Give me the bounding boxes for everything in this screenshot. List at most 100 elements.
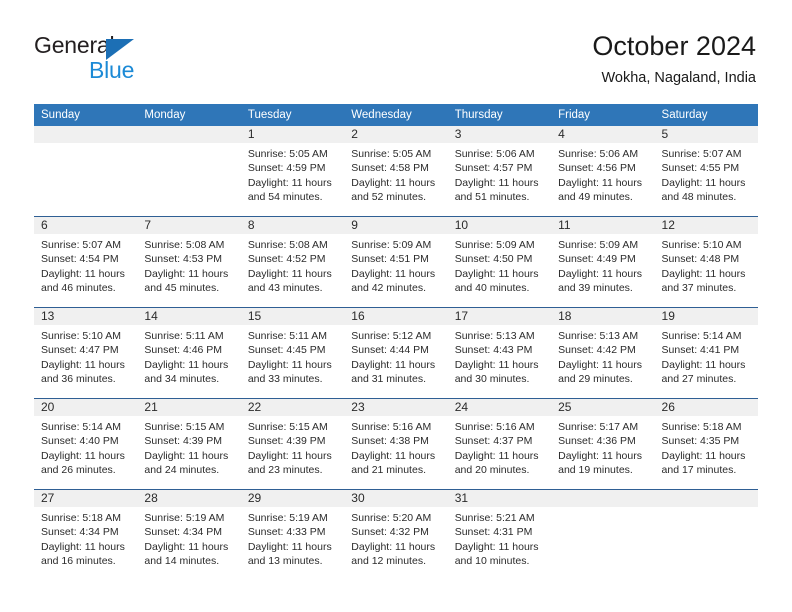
calendar-day-cell[interactable]: 22 Sunrise: 5:15 AM Sunset: 4:39 PM Dayligh…: [240, 398, 345, 490]
weekday-header: Sunday Monday Tuesday Wednesday Thursday Frid…: [34, 104, 758, 126]
day-details: Sunrise: 5:09 AM Sunset: 4:49 PM Daylight:…: [551, 234, 654, 296]
calendar-day-cell[interactable]: 10 Sunrise: 5:09 AM Sunset: 4:50 PM Dayligh…: [447, 216, 552, 308]
calendar-day-cell[interactable]: 25 Sunrise: 5:17 AM Sunset: 4:36 PM Dayligh…: [551, 398, 655, 490]
calendar-day-cell[interactable]: 3 Sunrise: 5:06 AM Sunset: 4:57 PM Daylight…: [447, 126, 552, 217]
sunset-text: Sunset: 4:50 PM: [454, 253, 533, 266]
calendar-day-cell[interactable]: 24 Sunrise: 5:16 AM Sunset: 4:37 PM Dayligh…: [447, 398, 552, 490]
calendar-day-cell[interactable]: 17 Sunrise: 5:13 AM Sunset: 4:43 PM Dayligh…: [447, 307, 552, 399]
sunset-text: Sunset: 4:57 PM: [454, 162, 533, 175]
calendar-day-cell[interactable]: 5 Sunrise: 5:07 AM Sunset: 4:55 PM Daylight…: [654, 126, 758, 217]
calendar-day-cell[interactable]: 26 Sunrise: 5:18 AM Sunset: 4:35 PM Dayligh…: [654, 398, 758, 490]
daylight-text-line1: Daylight: 11 hours: [558, 358, 642, 371]
calendar-day-cell[interactable]: 19 Sunrise: 5:14 AM Sunset: 4:41 PM Dayligh…: [654, 307, 758, 399]
day-details: Sunrise: 5:17 AM Sunset: 4:36 PM Daylight:…: [551, 416, 654, 478]
day-details: Sunrise: 5:16 AM Sunset: 4:38 PM Daylight:…: [344, 416, 447, 478]
day-number: 14: [137, 308, 241, 325]
daylight-text-line1: Daylight: 11 hours: [661, 449, 746, 462]
calendar-day-cell[interactable]: 1 Sunrise: 5:05 AM Sunset: 4:59 PM Daylight…: [240, 126, 345, 217]
day-number: 20: [34, 399, 138, 416]
calendar-day-cell[interactable]: 16 Sunrise: 5:12 AM Sunset: 4:44 PM Dayligh…: [344, 307, 448, 399]
daylight-text-line2: and 26 minutes.: [41, 464, 116, 477]
day-details: Sunrise: 5:11 AM Sunset: 4:45 PM Daylight:…: [241, 325, 344, 387]
day-number: 24: [447, 399, 552, 416]
daylight-text-line1: Daylight: 11 hours: [247, 176, 332, 189]
sunrise-text: Sunrise: 5:05 AM: [247, 148, 328, 160]
daylight-text-line1: Daylight: 11 hours: [41, 358, 125, 371]
daylight-text-line1: Daylight: 11 hours: [247, 267, 332, 280]
day-number: 11: [551, 217, 655, 234]
calendar-day-cell[interactable]: 30 Sunrise: 5:20 AM Sunset: 4:32 PM Dayligh…: [344, 489, 448, 580]
calendar-day-cell[interactable]: 20 Sunrise: 5:14 AM Sunset: 4:40 PM Dayligh…: [34, 398, 138, 490]
weekday-header-sunday: Sunday: [34, 104, 138, 126]
daylight-text-line2: and 10 minutes.: [454, 555, 530, 568]
day-number: 9: [344, 217, 448, 234]
sunrise-text: Sunrise: 5:11 AM: [247, 330, 328, 342]
day-details: Sunrise: 5:19 AM Sunset: 4:33 PM Daylight:…: [241, 507, 344, 569]
daylight-text-line1: Daylight: 11 hours: [351, 449, 436, 462]
day-details: Sunrise: 5:20 AM Sunset: 4:32 PM Daylight:…: [344, 507, 447, 569]
sunrise-text: Sunrise: 5:10 AM: [41, 330, 121, 342]
day-details: Sunrise: 5:15 AM Sunset: 4:39 PM Daylight:…: [137, 416, 240, 478]
day-number: 4: [551, 126, 655, 143]
sunset-text: Sunset: 4:33 PM: [247, 526, 326, 539]
calendar-day-cell[interactable]: 31 Sunrise: 5:21 AM Sunset: 4:31 PM Dayligh…: [447, 489, 552, 580]
sunset-text: Sunset: 4:42 PM: [558, 344, 636, 357]
calendar-day-cell[interactable]: 18 Sunrise: 5:13 AM Sunset: 4:42 PM Dayligh…: [551, 307, 655, 399]
day-details: Sunrise: 5:19 AM Sunset: 4:34 PM Daylight:…: [137, 507, 240, 569]
daylight-text-line2: and 52 minutes.: [351, 191, 426, 204]
daylight-text-line1: Daylight: 11 hours: [661, 176, 746, 189]
day-details: Sunrise: 5:09 AM Sunset: 4:51 PM Daylight:…: [344, 234, 447, 296]
day-number: 12: [654, 217, 758, 234]
sunrise-text: Sunrise: 5:09 AM: [351, 239, 432, 251]
calendar-day-cell[interactable]: 13 Sunrise: 5:10 AM Sunset: 4:47 PM Dayligh…: [34, 307, 138, 399]
calendar-day-cell[interactable]: 7 Sunrise: 5:08 AM Sunset: 4:53 PM Daylight…: [137, 216, 241, 308]
day-details: Sunrise: 5:12 AM Sunset: 4:44 PM Daylight:…: [344, 325, 447, 387]
sunset-text: Sunset: 4:31 PM: [454, 526, 533, 539]
day-details: Sunrise: 5:06 AM Sunset: 4:57 PM Daylight:…: [448, 143, 551, 205]
day-details: Sunrise: 5:08 AM Sunset: 4:52 PM Daylight:…: [241, 234, 344, 296]
sunset-text: Sunset: 4:51 PM: [351, 253, 429, 266]
day-number: 8: [240, 217, 345, 234]
daylight-text-line2: and 49 minutes.: [558, 191, 633, 204]
daylight-text-line2: and 16 minutes.: [41, 555, 116, 568]
daylight-text-line1: Daylight: 11 hours: [41, 540, 125, 553]
calendar-day-cell[interactable]: 14 Sunrise: 5:11 AM Sunset: 4:46 PM Dayligh…: [137, 307, 241, 399]
calendar-week-row: 27 Sunrise: 5:18 AM Sunset: 4:34 PM Dayligh…: [34, 489, 758, 580]
calendar-day-cell[interactable]: 15 Sunrise: 5:11 AM Sunset: 4:45 PM Dayligh…: [240, 307, 345, 399]
calendar-day-cell[interactable]: 12 Sunrise: 5:10 AM Sunset: 4:48 PM Dayligh…: [654, 216, 758, 308]
general-blue-logo[interactable]: General Blue: [34, 32, 234, 88]
calendar-day-cell[interactable]: 2 Sunrise: 5:05 AM Sunset: 4:58 PM Daylight…: [344, 126, 448, 217]
calendar-day-cell[interactable]: 27 Sunrise: 5:18 AM Sunset: 4:34 PM Dayligh…: [34, 489, 138, 580]
calendar-day-cell[interactable]: 4 Sunrise: 5:06 AM Sunset: 4:56 PM Daylight…: [551, 126, 655, 217]
sunset-text: Sunset: 4:44 PM: [351, 344, 429, 357]
daylight-text-line2: and 27 minutes.: [661, 373, 737, 386]
calendar-day-cell-empty: [137, 126, 241, 217]
sunrise-text: Sunrise: 5:21 AM: [454, 512, 535, 524]
calendar-day-cell[interactable]: 23 Sunrise: 5:16 AM Sunset: 4:38 PM Dayligh…: [344, 398, 448, 490]
daylight-text-line1: Daylight: 11 hours: [247, 540, 332, 553]
calendar-day-cell[interactable]: 29 Sunrise: 5:19 AM Sunset: 4:33 PM Dayligh…: [240, 489, 345, 580]
calendar-day-cell[interactable]: 6 Sunrise: 5:07 AM Sunset: 4:54 PM Daylight…: [34, 216, 138, 308]
sunrise-text: Sunrise: 5:16 AM: [351, 421, 432, 433]
sunset-text: Sunset: 4:46 PM: [144, 344, 223, 357]
daylight-text-line1: Daylight: 11 hours: [144, 540, 229, 553]
day-number: 29: [240, 490, 345, 507]
daylight-text-line1: Daylight: 11 hours: [454, 540, 539, 553]
day-number: 27: [34, 490, 138, 507]
calendar-day-cell[interactable]: 9 Sunrise: 5:09 AM Sunset: 4:51 PM Daylight…: [344, 216, 448, 308]
calendar-day-cell[interactable]: 8 Sunrise: 5:08 AM Sunset: 4:52 PM Daylight…: [240, 216, 345, 308]
daylight-text-line2: and 24 minutes.: [144, 464, 220, 477]
calendar-day-cell[interactable]: 21 Sunrise: 5:15 AM Sunset: 4:39 PM Dayligh…: [137, 398, 241, 490]
calendar-day-cell[interactable]: 11 Sunrise: 5:09 AM Sunset: 4:49 PM Dayligh…: [551, 216, 655, 308]
calendar-day-cell[interactable]: 28 Sunrise: 5:19 AM Sunset: 4:34 PM Dayligh…: [137, 489, 241, 580]
daylight-text-line1: Daylight: 11 hours: [351, 267, 436, 280]
daylight-text-line2: and 39 minutes.: [558, 282, 633, 295]
daylight-text-line1: Daylight: 11 hours: [41, 449, 125, 462]
calendar-grid: Sunday Monday Tuesday Wednesday Thursday Frid…: [34, 104, 758, 580]
sunset-text: Sunset: 4:38 PM: [351, 435, 429, 448]
day-details: Sunrise: 5:13 AM Sunset: 4:43 PM Daylight:…: [448, 325, 551, 387]
day-number: 22: [240, 399, 345, 416]
daylight-text-line2: and 17 minutes.: [661, 464, 737, 477]
calendar-week-row: 13 Sunrise: 5:10 AM Sunset: 4:47 PM Dayligh…: [34, 307, 758, 399]
calendar-header-row: Sunday Monday Tuesday Wednesday Thursday Frid…: [34, 104, 758, 126]
